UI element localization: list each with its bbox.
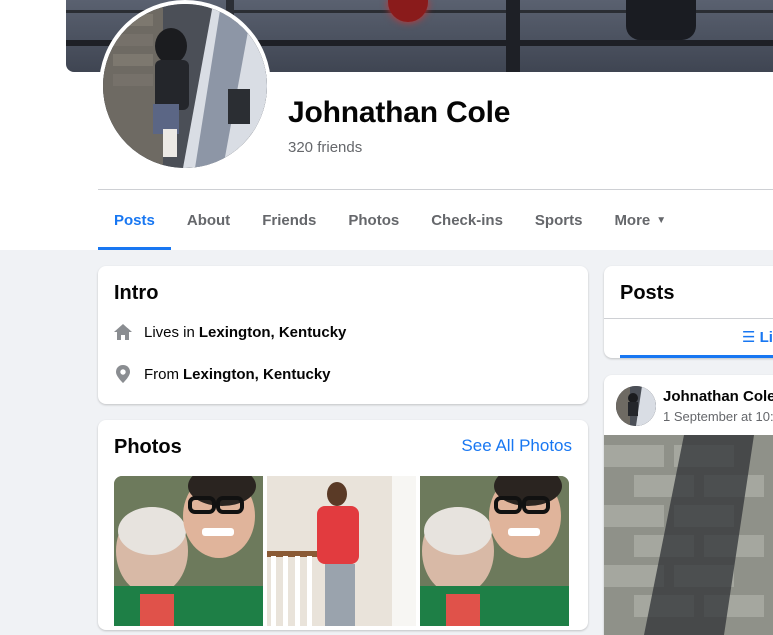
list-view-label: Li xyxy=(759,329,773,346)
photo-thumbnail-3[interactable] xyxy=(420,476,569,626)
profile-picture[interactable] xyxy=(99,0,271,172)
intro-card: Intro Lives in Lexington, Kentucky From … xyxy=(98,266,588,404)
tab-more[interactable]: More ▼ xyxy=(598,190,682,250)
tab-more-label: More xyxy=(614,211,651,229)
posts-title: Posts xyxy=(620,282,675,304)
profile-name: Johnathan Cole xyxy=(288,96,511,129)
location-pin-icon xyxy=(112,363,134,385)
post-card: Johnathan Cole 1 September at 10: xyxy=(604,375,773,635)
photo-thumbnail-2[interactable] xyxy=(267,476,416,626)
caret-down-icon: ▼ xyxy=(656,214,667,226)
list-icon: ☰ xyxy=(742,329,756,346)
photos-title: Photos xyxy=(114,436,182,458)
post-image[interactable] xyxy=(604,435,773,635)
from-prefix: From xyxy=(144,365,179,383)
photos-card: Photos See All Photos xyxy=(98,420,588,630)
tab-sports[interactable]: Sports xyxy=(519,190,599,250)
lives-prefix: Lives in xyxy=(144,323,195,341)
tab-about[interactable]: About xyxy=(171,190,246,250)
intro-lives-in: Lives in Lexington, Kentucky xyxy=(112,321,346,343)
tab-posts[interactable]: Posts xyxy=(98,190,171,250)
intro-title: Intro xyxy=(114,282,159,304)
active-view-indicator xyxy=(620,355,773,358)
tab-photos[interactable]: Photos xyxy=(332,190,415,250)
profile-tabs: Posts About Friends Photos Check-ins Spo… xyxy=(98,190,682,250)
see-all-photos-link[interactable]: See All Photos xyxy=(461,436,572,456)
posts-header-card: Posts ☰ Li xyxy=(604,266,773,358)
list-view-tab[interactable]: ☰ Li xyxy=(742,328,773,346)
intro-from: From Lexington, Kentucky xyxy=(112,363,331,385)
from-place-link[interactable]: Lexington, Kentucky xyxy=(183,366,331,383)
photo-thumbnail-1[interactable] xyxy=(114,476,263,626)
home-icon xyxy=(112,321,134,343)
tab-friends[interactable]: Friends xyxy=(246,190,332,250)
friends-count[interactable]: 320 friends xyxy=(288,139,362,156)
post-author-avatar[interactable] xyxy=(616,386,656,426)
tab-check-ins[interactable]: Check-ins xyxy=(415,190,519,250)
posts-header-divider xyxy=(604,318,773,319)
post-timestamp[interactable]: 1 September at 10: xyxy=(663,409,773,424)
post-author-name[interactable]: Johnathan Cole xyxy=(663,388,773,405)
lives-place-link[interactable]: Lexington, Kentucky xyxy=(199,324,347,341)
